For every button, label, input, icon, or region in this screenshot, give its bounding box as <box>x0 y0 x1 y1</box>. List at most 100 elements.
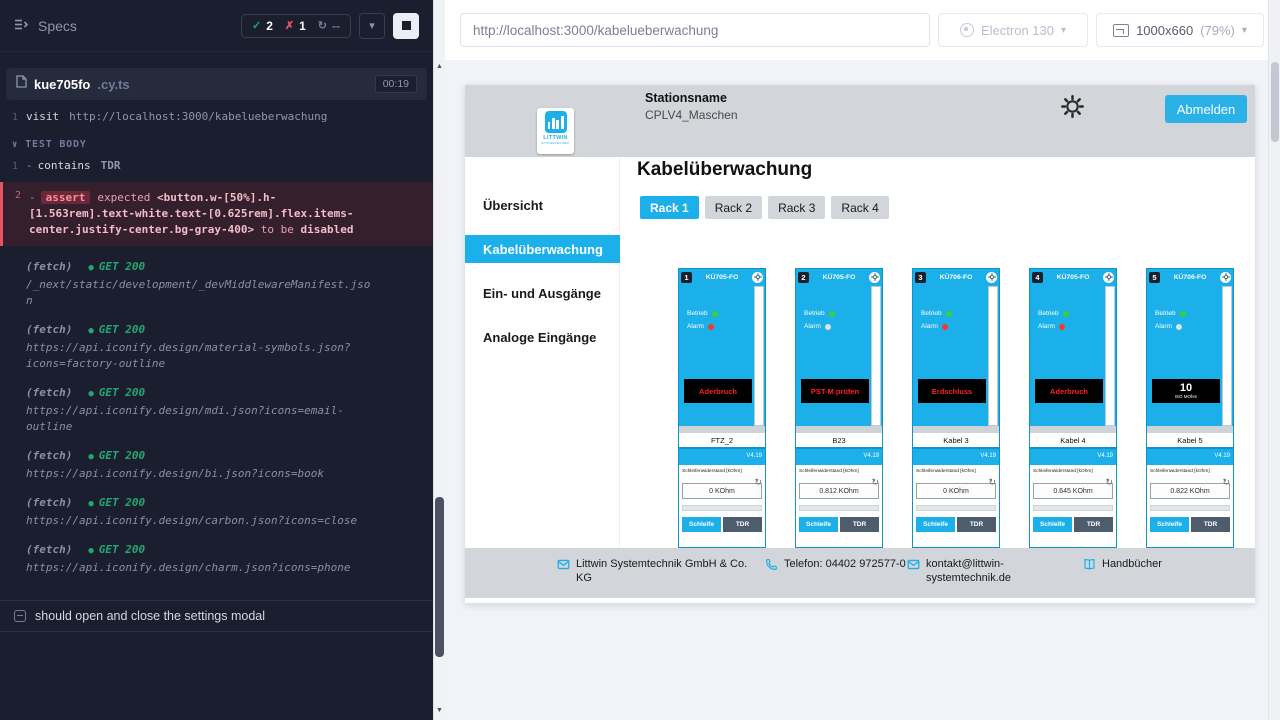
specs-menu-button[interactable]: Specs <box>14 18 77 34</box>
scroll-up-icon[interactable]: ▲ <box>434 60 445 74</box>
status-dot-icon: ● <box>88 543 93 559</box>
nav-item-analoge-eingaenge[interactable]: Analoge Eingänge <box>465 323 620 351</box>
tdr-button[interactable]: TDR <box>1191 517 1230 532</box>
log-fetch-entry[interactable]: (fetch)●GET 200 https://api.iconify.desi… <box>26 542 373 576</box>
cable-name: Kabel 3 <box>913 433 999 449</box>
scrollbar-thumb[interactable] <box>1271 62 1279 142</box>
test-body-section-header[interactable]: ∨ TEST BODY <box>12 139 433 150</box>
tab-rack-3[interactable]: Rack 3 <box>768 196 825 219</box>
command-name: contains <box>38 157 91 174</box>
footer-company-text: Littwin Systemtechnik GmbH & Co. KG <box>576 557 754 585</box>
log-fetch-entry[interactable]: (fetch)●GET 200 https://api.iconify.desi… <box>26 385 373 435</box>
schleife-button[interactable]: Schleife <box>682 517 721 532</box>
firmware-version: V4.19 <box>746 453 762 459</box>
tab-rack-2[interactable]: Rack 2 <box>705 196 762 219</box>
x-icon: ✗ <box>285 19 294 32</box>
reporter-scrollbar[interactable]: ▲ ▼ <box>433 0 445 720</box>
betrieb-led <box>1063 311 1069 317</box>
aut-panel: Electron 130 ▾ 1000x660 (79%) ▾ LITTWIN … <box>445 0 1280 720</box>
url-input[interactable] <box>460 13 930 47</box>
window-scrollbar[interactable] <box>1268 0 1280 720</box>
nav-item-uebersicht[interactable]: Übersicht <box>465 191 620 219</box>
card-gear-icon[interactable] <box>1103 272 1114 283</box>
refresh-icon[interactable]: ↻ <box>1222 478 1230 487</box>
card-gear-icon[interactable] <box>752 272 763 283</box>
alarm-led <box>708 324 714 330</box>
tdr-button[interactable]: TDR <box>957 517 996 532</box>
chevron-down-icon: ▾ <box>369 19 375 32</box>
log-fetch-entry[interactable]: (fetch)●GET 200 https://api.iconify.desi… <box>26 448 373 482</box>
log-fetch-entry[interactable]: (fetch)●GET 200 /_next/static/developmen… <box>26 259 373 309</box>
alarm-led <box>1059 324 1065 330</box>
device-card: 3 KÜ706-FO Betrieb Alarm Erdschluss Kabe… <box>912 268 1000 548</box>
divider <box>799 505 879 511</box>
divider <box>682 505 762 511</box>
slot-number: 3 <box>915 272 926 283</box>
nav-item-kabelueberwachung[interactable]: Kabelüberwachung <box>465 235 620 263</box>
tab-rack-4[interactable]: Rack 4 <box>831 196 888 219</box>
slot-number: 2 <box>798 272 809 283</box>
refresh-icon[interactable]: ↻ <box>988 478 996 487</box>
next-test-title[interactable]: should open and close the settings modal <box>0 600 433 632</box>
card-scroll-rail <box>988 286 998 426</box>
tdr-button[interactable]: TDR <box>1074 517 1113 532</box>
settings-gear-button[interactable] <box>1059 94 1085 120</box>
spec-file-bar[interactable]: kue705fo .cy.ts 00:19 <box>6 68 427 100</box>
tab-rack-1[interactable]: Rack 1 <box>640 196 699 219</box>
footer-manuals-link[interactable]: Handbücher <box>1083 557 1162 571</box>
viewport-select[interactable]: 1000x660 (79%) ▾ <box>1096 13 1264 47</box>
collapse-button[interactable]: ▾ <box>359 13 385 39</box>
log-visit-command[interactable]: 1 visit http://localhost:3000/kabelueber… <box>0 108 433 126</box>
tdr-button[interactable]: TDR <box>723 517 762 532</box>
status-badge: PST-M prüfen <box>801 379 869 403</box>
station-info: Stationsname CPLV4_Maschen <box>645 91 738 122</box>
status-badge: Erdschluss <box>918 379 986 403</box>
device-card: 1 KÜ705-FO Betrieb Alarm Aderbruch FTZ_2… <box>678 268 766 548</box>
email-icon <box>907 558 920 571</box>
tdr-button[interactable]: TDR <box>840 517 879 532</box>
refresh-icon[interactable]: ↻ <box>871 478 879 487</box>
card-gear-icon[interactable] <box>986 272 997 283</box>
section-label: TEST BODY <box>25 139 86 150</box>
rack-tabs: Rack 1 Rack 2 Rack 3 Rack 4 <box>640 196 889 219</box>
resistance-label: Schleifenwiderstand [kOhm] <box>1033 469 1113 475</box>
browser-select[interactable]: Electron 130 ▾ <box>938 13 1088 47</box>
command-log: 1 visit http://localhost:3000/kabelueber… <box>0 100 433 632</box>
log-contains-command[interactable]: 1 - contains TDR <box>0 157 433 175</box>
status-dot-icon: ● <box>88 260 93 276</box>
nav-item-ein-und-ausgaenge[interactable]: Ein- und Ausgänge <box>465 279 620 307</box>
spec-name: kue705fo <box>34 77 90 92</box>
slot-number: 4 <box>1032 272 1043 283</box>
device-model: KÜ705-FO <box>694 274 750 281</box>
card-gear-icon[interactable] <box>1220 272 1231 283</box>
refresh-icon[interactable]: ↻ <box>754 478 762 487</box>
fetch-status: GET 200 <box>99 495 145 511</box>
alarm-label: Alarm <box>1038 323 1055 330</box>
schleife-button[interactable]: Schleife <box>799 517 838 532</box>
logout-button[interactable]: Abmelden <box>1165 95 1247 123</box>
schleife-button[interactable]: Schleife <box>1150 517 1189 532</box>
log-failed-assert[interactable]: 2 -assertexpected <button.w-[50%].h-[1.5… <box>0 182 433 246</box>
scroll-down-icon[interactable]: ▼ <box>434 704 445 718</box>
resistance-label: Schleifenwiderstand [kOhm] <box>916 469 996 475</box>
card-gear-icon[interactable] <box>869 272 880 283</box>
refresh-icon[interactable]: ↻ <box>1105 478 1113 487</box>
log-fetch-entry[interactable]: (fetch)●GET 200 https://api.iconify.desi… <box>26 322 373 372</box>
card-scroll-rail <box>1105 286 1115 426</box>
divider <box>913 426 999 433</box>
schleife-button[interactable]: Schleife <box>1033 517 1072 532</box>
fetch-label: (fetch) <box>26 448 72 464</box>
stop-button[interactable] <box>393 13 419 39</box>
chevron-down-icon: ▾ <box>1242 25 1247 36</box>
schleife-button[interactable]: Schleife <box>916 517 955 532</box>
betrieb-label: Betrieb <box>1038 310 1059 317</box>
firmware-version: V4.19 <box>1097 453 1113 459</box>
resistance-value: 0.812 KOhm <box>799 483 879 499</box>
device-model: KÜ706-FO <box>1162 274 1218 281</box>
status-dot-icon: ● <box>88 449 93 465</box>
resistance-value: 0.645 KOhm <box>1033 483 1113 499</box>
log-fetch-entry[interactable]: (fetch)●GET 200 https://api.iconify.desi… <box>26 495 373 529</box>
cable-name: FTZ_2 <box>679 433 765 449</box>
scrollbar-thumb[interactable] <box>435 497 444 657</box>
firmware-version: V4.19 <box>1214 453 1230 459</box>
